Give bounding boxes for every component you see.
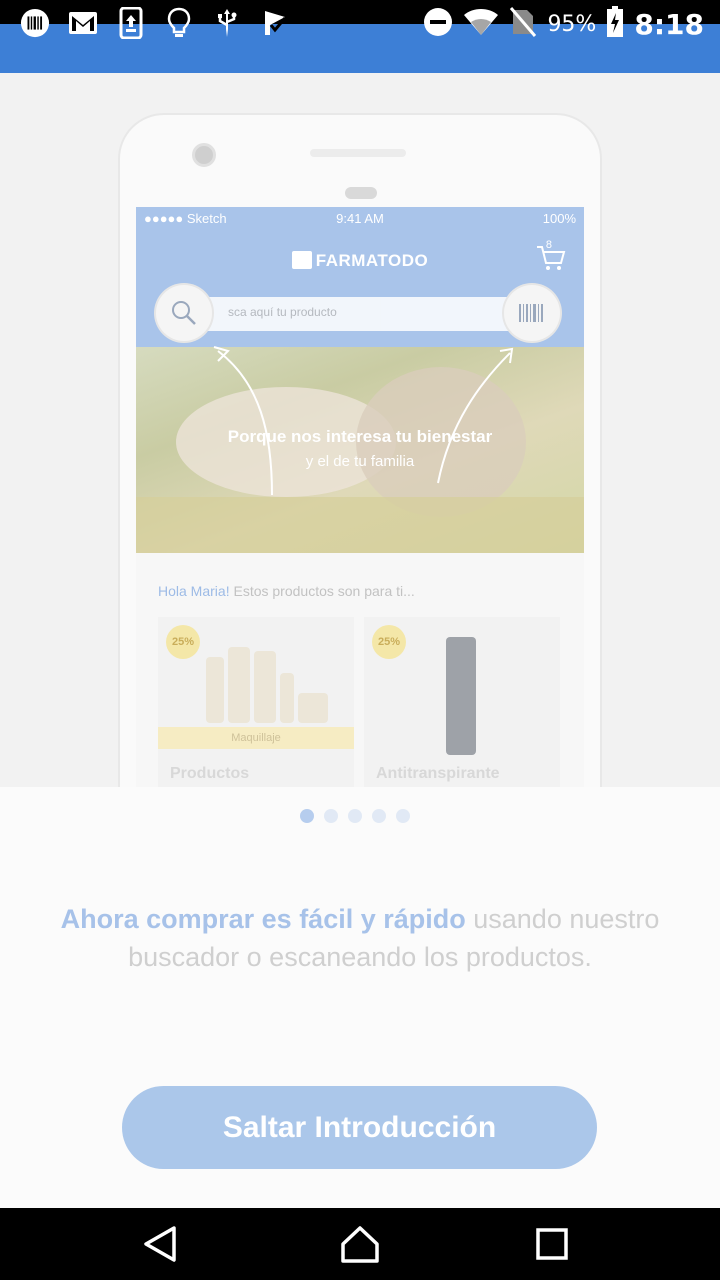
wifi-icon [463, 7, 499, 41]
mock-search-placeholder: sca aquí tu producto [228, 305, 337, 319]
discount-badge: 25% [372, 625, 406, 659]
greeting: Hola Maria! Estos productos son para ti.… [158, 583, 415, 599]
mock-search-bar: sca aquí tu producto [176, 297, 544, 331]
skip-intro-button[interactable]: Saltar Introducción [122, 1086, 597, 1169]
speaker-grill [310, 149, 406, 157]
upload-icon [116, 7, 146, 39]
pager-dot-active[interactable] [300, 809, 314, 823]
greeting-text: Estos productos son para ti... [229, 583, 415, 599]
pager-dot[interactable] [396, 809, 410, 823]
battery-icon [606, 6, 624, 42]
pager-indicator [300, 809, 410, 823]
brand-logo-icon [291, 251, 312, 269]
intro-illustration: ●●●●● Sketch 9:41 AM 100% FARMATODO 8 sc… [0, 73, 720, 787]
no-sim-icon [509, 6, 537, 42]
recents-icon[interactable] [528, 1220, 576, 1268]
category-strip: Maquillaje [158, 727, 354, 749]
mock-time: 9:41 AM [336, 211, 384, 226]
cart-icon [536, 245, 566, 276]
back-icon[interactable] [136, 1220, 184, 1268]
clock: 8:18 [634, 7, 704, 41]
status-bar: 95% 8:18 [0, 0, 720, 48]
search-icon [156, 285, 212, 341]
pager-dot[interactable] [324, 809, 338, 823]
product-name: Productos [170, 765, 250, 782]
lightbulb-icon [164, 7, 194, 38]
battery-percent: 95% [547, 11, 597, 37]
navigation-bar [0, 1208, 720, 1280]
barcode-icon [20, 8, 50, 38]
product-name: Antitranspirante [376, 765, 500, 782]
intro-message-highlight: Ahora comprar es fácil y rápido [60, 904, 466, 934]
barcode-scan-icon [504, 285, 560, 341]
pager-dot[interactable] [348, 809, 362, 823]
sensor [345, 187, 377, 199]
intro-message: Ahora comprar es fácil y rápido usando n… [40, 900, 680, 976]
product-card: 25% Maquillaje Productos [158, 617, 354, 787]
arrow-annotations [213, 346, 514, 496]
gmail-icon [68, 8, 98, 38]
brand-logo: FARMATODO [136, 251, 584, 271]
discount-badge: 25% [166, 625, 200, 659]
usb-icon [212, 8, 242, 38]
do-not-disturb-icon [423, 7, 453, 41]
camera-icon [192, 143, 216, 167]
greeting-name: Hola Maria! [158, 583, 230, 599]
brand-name: FARMATODO [315, 251, 429, 270]
check-flag-icon [260, 8, 290, 38]
mock-battery: 100% [542, 211, 576, 226]
pager-dot[interactable] [372, 809, 386, 823]
home-icon[interactable] [336, 1220, 384, 1268]
product-card: 25% Antitranspirante [364, 617, 560, 787]
